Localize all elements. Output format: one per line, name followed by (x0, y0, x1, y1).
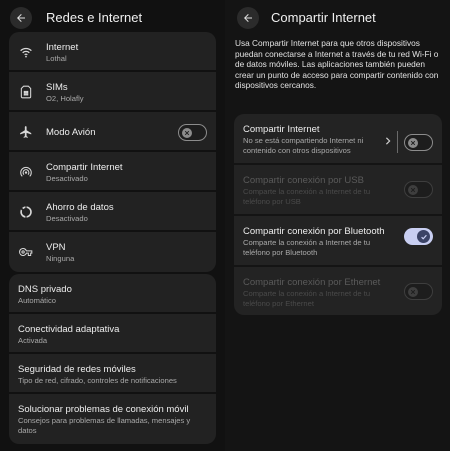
item-title: SIMs (46, 82, 68, 93)
usb-tethering-toggle (404, 181, 433, 198)
item-subtitle: Automático (18, 296, 56, 305)
toggle-knob (408, 184, 418, 195)
wifi-icon (19, 45, 33, 59)
item-subtitle: O2, Holafly (46, 94, 84, 103)
option-subtitle: Comparte la conexión a Internet de tu te… (243, 238, 371, 257)
settings-item-airplane-mode[interactable]: Modo Avión (9, 112, 216, 152)
back-button[interactable] (237, 7, 259, 29)
settings-list: Internet Lothal SIMs O2, Holafly Modo Av… (9, 32, 216, 444)
item-title: Modo Avión (46, 127, 96, 138)
item-title: Conectividad adaptativa (18, 324, 120, 335)
close-icon (410, 289, 416, 294)
intro-text: Usa Compartir Internet para que otros di… (235, 38, 439, 91)
toggle-knob (408, 137, 418, 148)
option-title: Compartir conexión por USB (243, 175, 364, 186)
option-hotspot[interactable]: Compartir Internet No se está compartien… (234, 114, 442, 165)
item-title: Solucionar problemas de conexión móvil (18, 404, 189, 415)
settings-item-internet[interactable]: Internet Lothal (9, 32, 216, 72)
item-title: Ahorro de datos (46, 202, 114, 213)
close-icon (410, 187, 416, 192)
settings-item-vpn[interactable]: VPN Ninguna (9, 232, 216, 272)
page-title: Compartir Internet (271, 10, 376, 25)
tethering-options-card: Compartir Internet No se está compartien… (234, 114, 442, 315)
settings-group-2: DNS privado Automático Conectividad adap… (9, 274, 216, 444)
option-title: Compartir Internet (243, 124, 320, 135)
settings-item-hotspot[interactable]: Compartir Internet Desactivado (9, 152, 216, 192)
option-title: Compartir conexión por Ethernet (243, 277, 381, 288)
back-button[interactable] (10, 7, 32, 29)
toggle-knob (417, 230, 430, 243)
arrow-back-icon (244, 14, 252, 22)
vpn-key-icon (19, 245, 33, 259)
item-title: VPN (46, 242, 66, 253)
option-ethernet-tethering: Compartir conexión por Ethernet Comparte… (234, 267, 442, 315)
item-title: DNS privado (18, 284, 72, 295)
page-title: Redes e Internet (46, 10, 143, 25)
option-bluetooth-tethering[interactable]: Compartir conexión por Bluetooth Compart… (234, 216, 442, 267)
option-subtitle: Comparte la conexión a Internet de tu te… (243, 289, 371, 308)
settings-item-private-dns[interactable]: DNS privado Automático (9, 274, 216, 314)
settings-group-1: Internet Lothal SIMs O2, Holafly Modo Av… (9, 32, 216, 272)
top-app-bar: Compartir Internet (225, 5, 450, 31)
settings-item-sims[interactable]: SIMs O2, Holafly (9, 72, 216, 112)
settings-item-adaptive-connectivity[interactable]: Conectividad adaptativa Activada (9, 314, 216, 354)
top-app-bar: Redes e Internet (0, 5, 225, 31)
option-usb-tethering: Compartir conexión por USB Comparte la c… (234, 165, 442, 216)
item-subtitle: Activada (18, 336, 48, 345)
item-subtitle: Consejos para problemas de llamadas, men… (18, 416, 191, 435)
item-title: Compartir Internet (46, 162, 123, 173)
bluetooth-tethering-toggle[interactable] (404, 228, 433, 245)
item-title: Internet (46, 42, 79, 53)
divider (397, 131, 398, 153)
airplane-icon (19, 125, 33, 139)
chevron-right-icon (385, 137, 391, 145)
option-title: Compartir conexión por Bluetooth (243, 226, 385, 237)
toggle-knob (408, 286, 418, 297)
hotspot-toggle[interactable] (404, 134, 433, 151)
close-icon (184, 130, 190, 135)
airplane-mode-toggle[interactable] (178, 124, 207, 141)
toggle-knob (182, 127, 192, 138)
item-subtitle: Desactivado (46, 214, 88, 223)
data-saver-icon (19, 205, 33, 219)
sim-card-icon (19, 85, 33, 99)
item-subtitle: Lothal (46, 54, 67, 63)
check-icon (420, 234, 427, 240)
item-subtitle: Desactivado (46, 174, 88, 183)
hotspot-icon (19, 165, 33, 179)
arrow-back-icon (17, 14, 25, 22)
settings-item-troubleshoot-mobile[interactable]: Solucionar problemas de conexión móvil C… (9, 394, 216, 444)
settings-item-mobile-network-security[interactable]: Seguridad de redes móviles Tipo de red, … (9, 354, 216, 394)
ethernet-tethering-toggle (404, 283, 433, 300)
settings-item-data-saver[interactable]: Ahorro de datos Desactivado (9, 192, 216, 232)
hotspot-tethering-panel: Compartir Internet Usa Compartir Interne… (225, 0, 450, 451)
item-title: Seguridad de redes móviles (18, 364, 136, 375)
item-subtitle: Ninguna (46, 254, 75, 263)
network-settings-panel: Redes e Internet Internet Lothal SIMs O2… (0, 0, 225, 451)
option-subtitle: Comparte la conexión a Internet de tu te… (243, 187, 371, 206)
close-icon (410, 140, 416, 145)
option-subtitle: No se está compartiendo Internet ni cont… (243, 136, 364, 155)
item-subtitle: Tipo de red, cifrado, controles de notif… (18, 376, 177, 385)
